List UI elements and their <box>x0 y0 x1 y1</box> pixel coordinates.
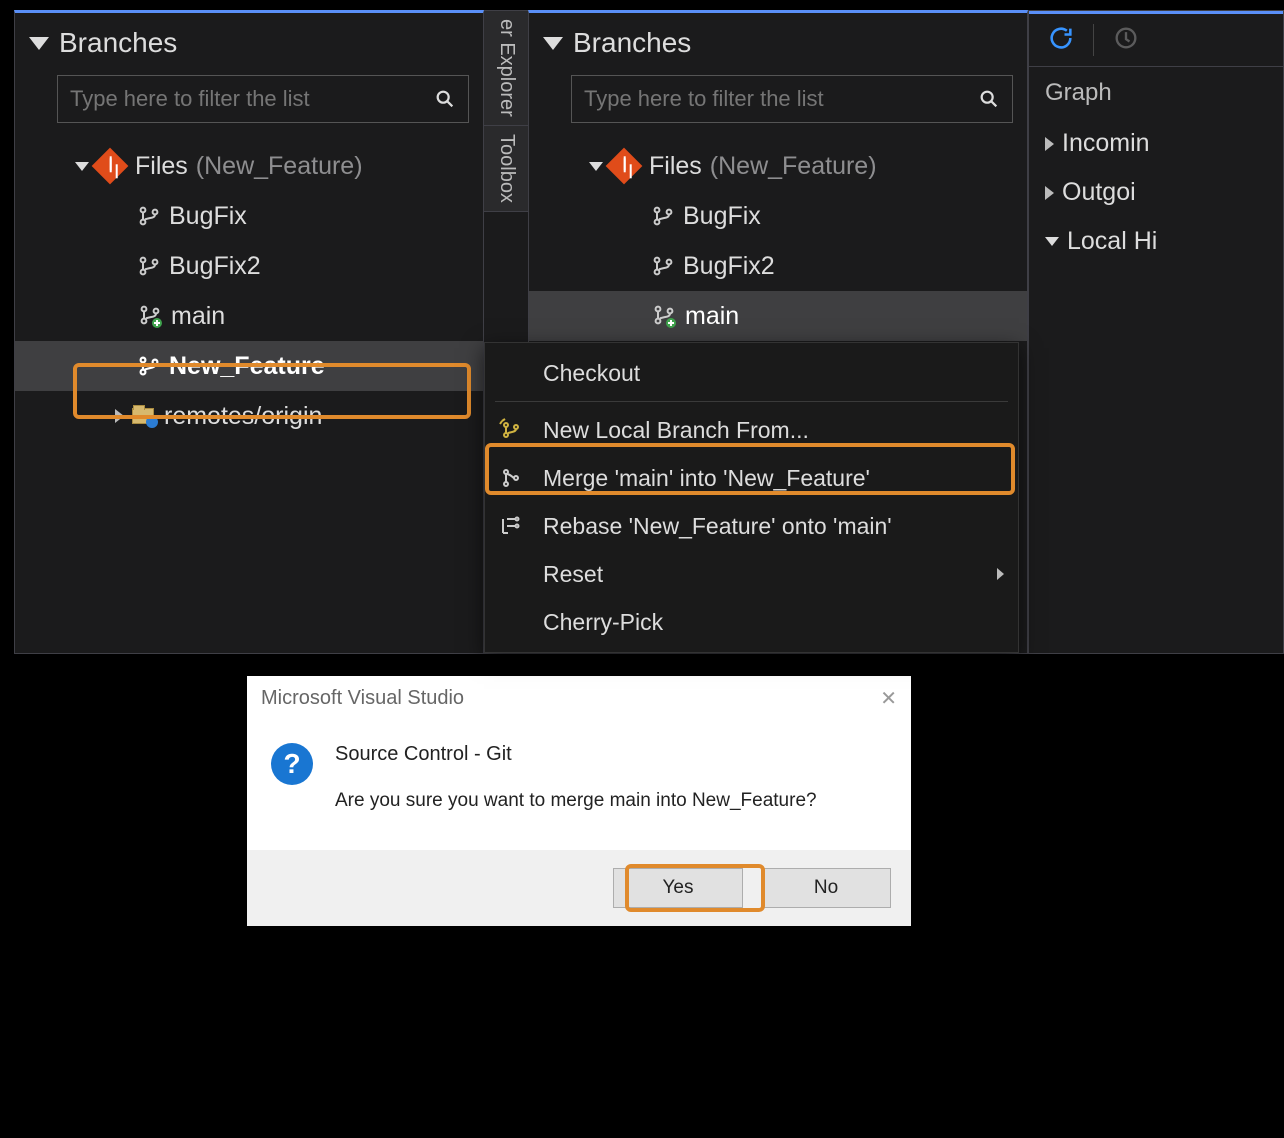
chevron-down-icon <box>589 162 603 171</box>
graph-panel: Graph Incomin Outgoi Local Hi <box>1028 10 1284 654</box>
branch-bugfix[interactable]: BugFix <box>577 191 1027 241</box>
branch-new-feature[interactable]: New_Feature <box>15 341 483 391</box>
tab-toolbox[interactable]: Toolbox <box>484 126 528 212</box>
branches-title: Branches <box>573 27 691 59</box>
branch-label: BugFix2 <box>169 252 261 281</box>
branch-icon <box>651 254 675 278</box>
repo-row[interactable]: Files (New_Feature) <box>577 141 1027 191</box>
remotes-row[interactable]: remotes/origin <box>63 391 483 441</box>
branch-tree: Files (New_Feature) BugFix BugFix2 main <box>529 137 1027 341</box>
repo-label: Files <box>649 152 702 181</box>
git-repo-icon <box>606 148 643 185</box>
separator <box>495 401 1008 402</box>
ctx-label: Merge 'main' into 'New_Feature' <box>543 465 870 492</box>
branch-label: main <box>171 302 225 331</box>
repo-label: Files <box>135 152 188 181</box>
graph-local-history-label: Local Hi <box>1067 227 1157 256</box>
dialog-heading: Source Control - Git <box>335 743 817 766</box>
ctx-checkout[interactable]: Checkout <box>485 349 1018 397</box>
no-button[interactable]: No <box>761 868 891 908</box>
branches-title: Branches <box>59 27 177 59</box>
branch-active-icon <box>137 303 163 329</box>
repo-branch-label: (New_Feature) <box>710 152 877 181</box>
graph-local-history[interactable]: Local Hi <box>1029 217 1283 266</box>
search-icon[interactable] <box>422 76 468 122</box>
branch-icon <box>651 204 675 228</box>
new-branch-icon <box>493 418 529 442</box>
dialog-app-title: Microsoft Visual Studio <box>261 687 464 710</box>
graph-toolbar <box>1029 11 1283 67</box>
branch-label: BugFix <box>169 202 247 231</box>
branch-main[interactable]: main <box>63 291 483 341</box>
ctx-label: Rebase 'New_Feature' onto 'main' <box>543 513 892 540</box>
branch-bugfix[interactable]: BugFix <box>63 191 483 241</box>
branches-header[interactable]: Branches <box>15 13 483 65</box>
filter-input[interactable] <box>58 86 422 112</box>
graph-title: Graph <box>1029 67 1283 119</box>
filter-row <box>57 75 469 123</box>
filter-input[interactable] <box>572 86 966 112</box>
chevron-right-icon <box>1045 137 1054 151</box>
graph-outgoing[interactable]: Outgoi <box>1029 168 1283 217</box>
rebase-icon <box>493 514 529 538</box>
refresh-icon[interactable] <box>1047 24 1075 57</box>
yes-button[interactable]: Yes <box>613 868 743 908</box>
branch-label: BugFix2 <box>683 252 775 281</box>
folder-icon <box>132 408 154 424</box>
chevron-down-icon <box>75 162 89 171</box>
filter-row <box>571 75 1013 123</box>
tab-explorer[interactable]: er Explorer <box>484 11 528 126</box>
branch-icon <box>137 354 161 378</box>
branch-active-icon <box>651 303 677 329</box>
ctx-label: New Local Branch From... <box>543 417 809 444</box>
git-repo-icon <box>92 148 129 185</box>
chevron-right-icon <box>115 409 124 423</box>
ctx-new-branch[interactable]: New Local Branch From... <box>485 406 1018 454</box>
branch-bugfix2[interactable]: BugFix2 <box>63 241 483 291</box>
ctx-merge[interactable]: Merge 'main' into 'New_Feature' <box>485 454 1018 502</box>
fetch-icon[interactable] <box>1112 24 1140 57</box>
repo-row[interactable]: Files (New_Feature) <box>63 141 483 191</box>
repo-branch-label: (New_Feature) <box>196 152 363 181</box>
close-icon[interactable]: ✕ <box>880 686 897 711</box>
branch-icon <box>137 204 161 228</box>
dialog-titlebar: Microsoft Visual Studio ✕ <box>247 676 911 721</box>
branch-main[interactable]: main <box>529 291 1027 341</box>
branches-header[interactable]: Branches <box>529 13 1027 65</box>
remotes-label: remotes/origin <box>164 402 322 431</box>
ctx-label: Reset <box>543 561 603 588</box>
separator <box>1093 24 1094 56</box>
chevron-down-icon <box>543 37 563 50</box>
chevron-right-icon <box>1045 186 1054 200</box>
branches-panel-left: Branches Files (New_Feature) BugFix <box>14 10 484 654</box>
confirm-dialog: Microsoft Visual Studio ✕ ? Source Contr… <box>247 676 911 926</box>
branch-tree: Files (New_Feature) BugFix BugFix2 main <box>15 137 483 441</box>
search-icon[interactable] <box>966 76 1012 122</box>
ctx-label: Cherry-Pick <box>543 609 663 636</box>
graph-incoming-label: Incomin <box>1062 129 1150 158</box>
question-icon: ? <box>271 743 313 785</box>
merge-icon <box>493 466 529 490</box>
ctx-rebase[interactable]: Rebase 'New_Feature' onto 'main' <box>485 502 1018 550</box>
ctx-label: Checkout <box>543 360 640 387</box>
branch-label: main <box>685 302 739 331</box>
graph-incoming[interactable]: Incomin <box>1029 119 1283 168</box>
ctx-reset[interactable]: Reset <box>485 550 1018 598</box>
submenu-arrow-icon <box>997 568 1004 580</box>
chevron-down-icon <box>29 37 49 50</box>
branch-label: New_Feature <box>169 352 325 381</box>
branch-label: BugFix <box>683 202 761 231</box>
chevron-down-icon <box>1045 237 1059 246</box>
dialog-message: Are you sure you want to merge main into… <box>335 790 817 812</box>
ctx-cherry-pick[interactable]: Cherry-Pick <box>485 598 1018 646</box>
branch-bugfix2[interactable]: BugFix2 <box>577 241 1027 291</box>
branch-icon <box>137 254 161 278</box>
dialog-footer: Yes No <box>247 850 911 926</box>
graph-outgoing-label: Outgoi <box>1062 178 1136 207</box>
branch-context-menu: Checkout New Local Branch From... Merge … <box>484 342 1019 653</box>
